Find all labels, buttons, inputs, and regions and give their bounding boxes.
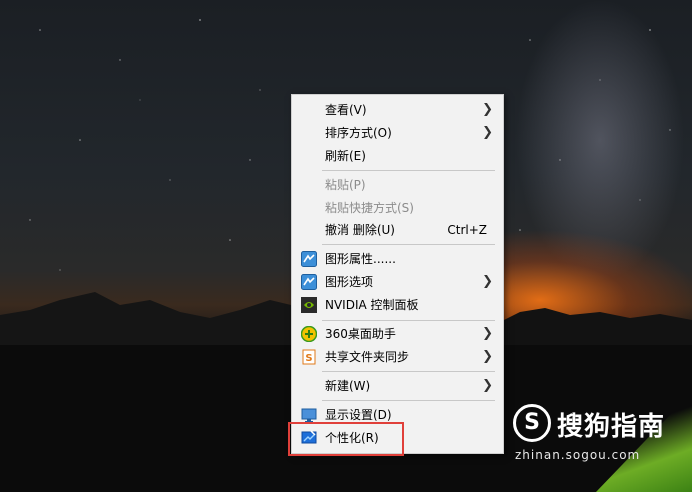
menu-separator bbox=[322, 320, 495, 321]
display-icon bbox=[301, 407, 317, 423]
menu-item-label: 刷新(E) bbox=[325, 149, 366, 163]
menu-separator bbox=[322, 170, 495, 171]
watermark-title: 搜狗指南 bbox=[557, 412, 666, 442]
menu-item-nvidia-control-panel[interactable]: NVIDIA 控制面板 bbox=[292, 294, 503, 316]
360-icon bbox=[300, 325, 318, 343]
menu-item-label: 撤消 删除(U) bbox=[325, 223, 395, 237]
menu-item-graphics-options[interactable]: 图形选项 ❯ bbox=[292, 271, 503, 293]
menu-item-sort-by[interactable]: 排序方式(O) ❯ bbox=[292, 122, 503, 144]
menu-item-label: 图形选项 bbox=[325, 275, 374, 289]
menu-item-360-desktop-assistant[interactable]: 360桌面助手 ❯ bbox=[292, 323, 503, 345]
menu-separator bbox=[322, 244, 495, 245]
menu-item-label: 图形属性...... bbox=[325, 252, 396, 266]
menu-item-undo-delete[interactable]: 撤消 删除(U) Ctrl+Z bbox=[292, 219, 503, 241]
menu-item-label: 共享文件夹同步 bbox=[325, 350, 410, 364]
menu-separator bbox=[322, 371, 495, 372]
menu-separator bbox=[322, 400, 495, 401]
nvidia-icon bbox=[301, 297, 317, 313]
chevron-right-icon: ❯ bbox=[482, 349, 493, 364]
watermark-url: zhinan.sogou.com bbox=[515, 448, 641, 462]
menu-item-graphics-properties[interactable]: 图形属性...... bbox=[292, 248, 503, 270]
menu-item-label: 排序方式(O) bbox=[325, 126, 392, 140]
menu-item-label: 新建(W) bbox=[325, 379, 371, 393]
shortcut-label: Ctrl+Z bbox=[447, 223, 487, 237]
menu-item-label: 粘贴(P) bbox=[325, 178, 366, 192]
menu-item-label: 360桌面助手 bbox=[325, 327, 396, 341]
menu-item-paste: 粘贴(P) bbox=[292, 174, 503, 196]
menu-item-label: 粘贴快捷方式(S) bbox=[325, 201, 414, 215]
desktop-context-menu: 查看(V) ❯ 排序方式(O) ❯ 刷新(E) 粘贴(P) 粘贴快捷方式(S) … bbox=[291, 94, 504, 454]
intel-graphics-icon bbox=[301, 251, 317, 267]
chevron-right-icon: ❯ bbox=[482, 274, 493, 289]
menu-item-label: NVIDIA 控制面板 bbox=[325, 298, 419, 312]
menu-item-shared-folder-sync[interactable]: S 共享文件夹同步 ❯ bbox=[292, 346, 503, 368]
menu-item-new[interactable]: 新建(W) ❯ bbox=[292, 375, 503, 397]
chevron-right-icon: ❯ bbox=[482, 378, 493, 393]
highlight-box bbox=[288, 422, 404, 456]
sogou-logo-icon: S bbox=[513, 404, 551, 442]
menu-item-refresh[interactable]: 刷新(E) bbox=[292, 145, 503, 167]
chevron-right-icon: ❯ bbox=[482, 125, 493, 140]
menu-item-label: 查看(V) bbox=[325, 103, 367, 117]
chevron-right-icon: ❯ bbox=[482, 102, 493, 117]
menu-item-view[interactable]: 查看(V) ❯ bbox=[292, 99, 503, 121]
chevron-right-icon: ❯ bbox=[482, 326, 493, 341]
sogou-watermark: S 搜狗指南 zhinan.sogou.com bbox=[513, 404, 688, 464]
svg-text:S: S bbox=[305, 353, 312, 364]
intel-graphics-icon bbox=[301, 274, 317, 290]
menu-item-paste-shortcut: 粘贴快捷方式(S) bbox=[292, 197, 503, 219]
sync-folder-icon: S bbox=[301, 349, 317, 365]
